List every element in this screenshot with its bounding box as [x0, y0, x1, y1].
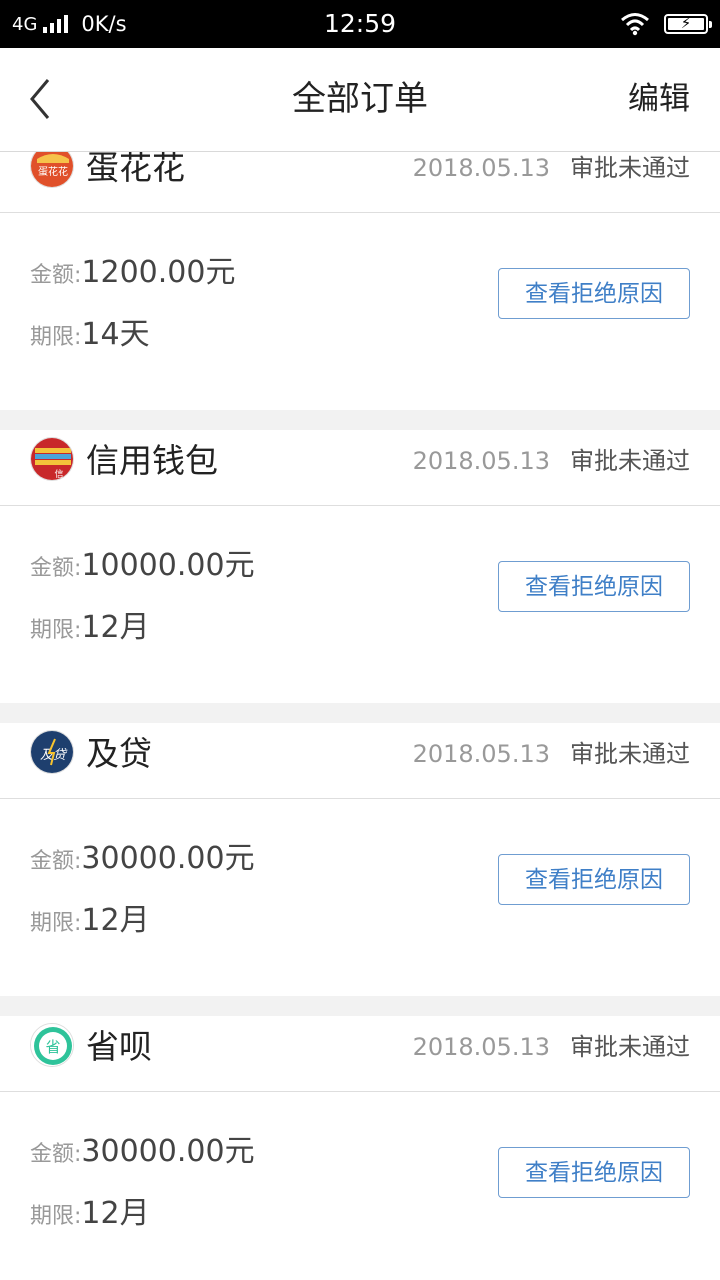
amount-row: 金额:30000.00元: [30, 833, 255, 877]
jidai-logo-icon: 及贷: [30, 730, 74, 774]
order-card: 信 信用钱包 2018.05.13 审批未通过 金额:10000.00元 期限:…: [0, 430, 720, 703]
term-label: 期限:: [30, 325, 82, 350]
order-status: 审批未通过: [570, 1033, 690, 1061]
order-card: 省 省呗 2018.05.13 审批未通过 金额:30000.00元 期限:12…: [0, 1016, 720, 1280]
order-date: 2018.05.13: [412, 447, 550, 475]
amount-value: 1200.00元: [81, 255, 236, 290]
view-reject-reason-button[interactable]: 查看拒绝原因: [498, 1147, 690, 1198]
view-reject-reason-button[interactable]: 查看拒绝原因: [498, 268, 690, 319]
term-value: 14天: [81, 317, 150, 352]
product-name: 信用钱包: [86, 441, 218, 480]
order-header: 蛋花花 蛋花花 2018.05.13 审批未通过: [0, 152, 720, 213]
order-header: 及贷 及贷 2018.05.13 审批未通过: [0, 723, 720, 799]
amount-row: 金额:30000.00元: [30, 1126, 255, 1170]
amount-row: 金额:10000.00元: [30, 540, 255, 584]
order-status: 审批未通过: [570, 740, 690, 768]
term-value: 12月: [81, 610, 150, 645]
term-row: 期限:12月: [30, 895, 150, 939]
edit-button[interactable]: 编辑: [628, 48, 690, 151]
order-status: 审批未通过: [570, 447, 690, 475]
amount-value: 10000.00元: [81, 548, 255, 583]
order-card: 蛋花花 蛋花花 2018.05.13 审批未通过 金额:1200.00元 期限:…: [0, 152, 720, 410]
amount-value: 30000.00元: [81, 1134, 255, 1169]
order-header: 省 省呗 2018.05.13 审批未通过: [0, 1016, 720, 1092]
battery-icon: ⚡: [664, 14, 712, 34]
amount-value: 30000.00元: [81, 841, 255, 876]
status-right: ⚡: [620, 0, 712, 48]
amount-label: 金额:: [30, 1142, 82, 1167]
order-card: 及贷 及贷 2018.05.13 审批未通过 金额:30000.00元 期限:1…: [0, 723, 720, 996]
amount-row: 金额:1200.00元: [30, 247, 235, 291]
order-list: 蛋花花 蛋花花 2018.05.13 审批未通过 金额:1200.00元 期限:…: [0, 152, 720, 1280]
svg-text:省: 省: [45, 1038, 60, 1056]
term-value: 12月: [81, 1196, 150, 1231]
order-header: 信 信用钱包 2018.05.13 审批未通过: [0, 430, 720, 506]
product-name: 省呗: [86, 1027, 152, 1066]
view-reject-reason-button[interactable]: 查看拒绝原因: [498, 561, 690, 612]
view-reject-reason-button[interactable]: 查看拒绝原因: [498, 854, 690, 905]
term-row: 期限:14天: [30, 309, 150, 353]
order-status: 审批未通过: [570, 154, 690, 182]
order-date: 2018.05.13: [412, 154, 550, 182]
amount-label: 金额:: [30, 556, 82, 581]
product-name: 及贷: [86, 734, 152, 773]
status-bar: 4G 0K/s 12:59 ⚡: [0, 0, 720, 48]
term-label: 期限:: [30, 618, 82, 643]
term-label: 期限:: [30, 1204, 82, 1229]
amount-label: 金额:: [30, 849, 82, 874]
svg-text:蛋花花: 蛋花花: [38, 165, 68, 178]
page-title: 全部订单: [292, 79, 428, 119]
order-date: 2018.05.13: [412, 1033, 550, 1061]
order-date: 2018.05.13: [412, 740, 550, 768]
term-row: 期限:12月: [30, 602, 150, 646]
shengbei-logo-icon: 省: [30, 1023, 74, 1067]
wifi-icon: [621, 13, 649, 36]
danhuahua-logo-icon: 蛋花花: [30, 152, 74, 188]
term-label: 期限:: [30, 911, 82, 936]
svg-text:信: 信: [54, 468, 63, 480]
product-name: 蛋花花: [86, 152, 185, 187]
amount-label: 金额:: [30, 263, 82, 288]
nav-bar: 全部订单 编辑: [0, 48, 720, 152]
credit-wallet-logo-icon: 信: [30, 437, 74, 481]
term-row: 期限:12月: [30, 1188, 150, 1232]
clock: 12:59: [323, 9, 397, 38]
term-value: 12月: [81, 903, 150, 938]
